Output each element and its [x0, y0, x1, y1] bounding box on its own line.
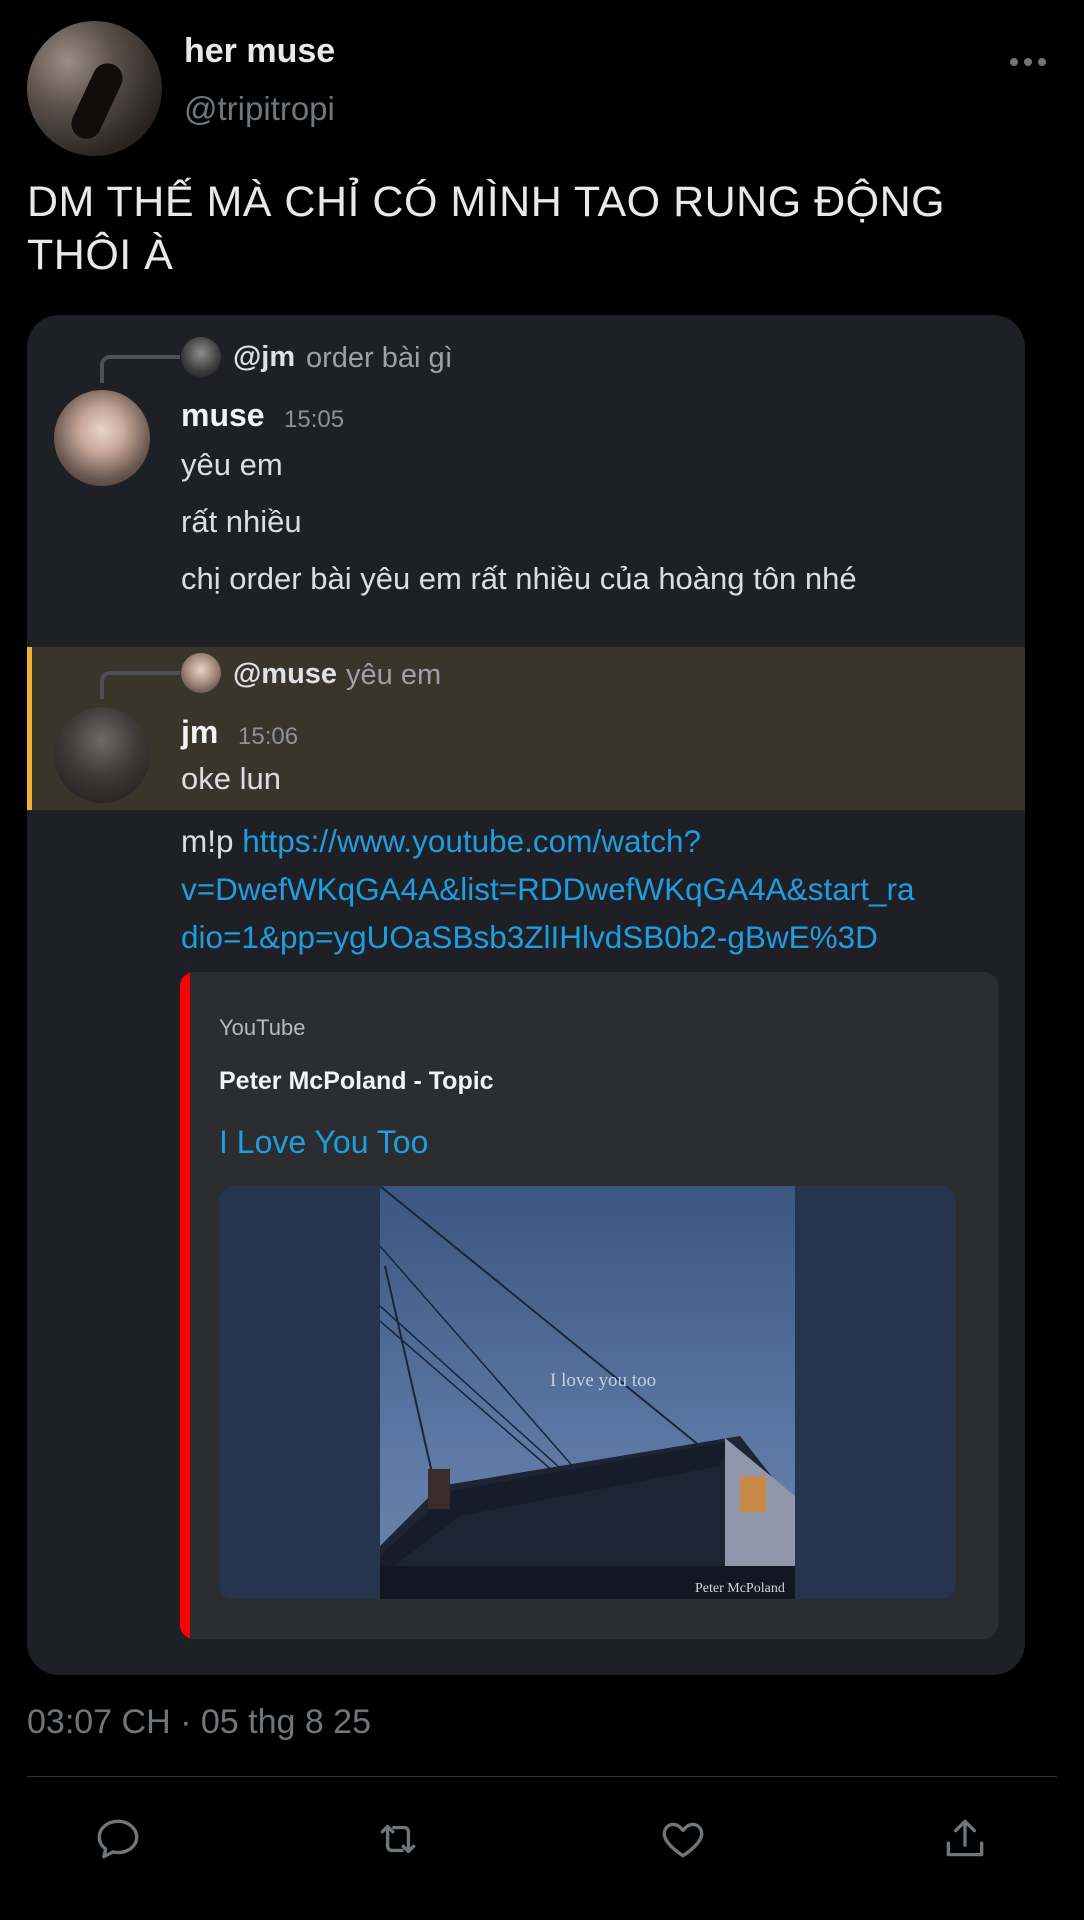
- message-line: yêu em: [181, 447, 283, 482]
- message-timestamp: 15:06: [238, 723, 299, 750]
- embed-author[interactable]: Peter McPoland - Topic: [219, 1067, 494, 1096]
- reply-username[interactable]: @muse: [233, 658, 337, 691]
- reply-button[interactable]: [93, 1814, 143, 1864]
- video-thumbnail[interactable]: I love you too Peter McPoland: [219, 1186, 956, 1599]
- youtube-link[interactable]: v=DwefWKqGA4A&list=RDDwefWKqGA4A&start_r…: [181, 866, 914, 913]
- command-prefix: m!p: [181, 823, 234, 859]
- reply-avatar-jm: [181, 337, 221, 377]
- like-button[interactable]: [658, 1814, 708, 1864]
- tweet-text-line-1: DM THẾ MÀ CHỈ CÓ MÌNH TAO RUNG ĐỘNG: [27, 178, 946, 226]
- tweet-text: DM THẾ MÀ CHỈ CÓ MÌNH TAO RUNG ĐỘNG THÔI…: [27, 176, 1027, 282]
- youtube-embed[interactable]: YouTube Peter McPoland - Topic I Love Yo…: [180, 972, 998, 1639]
- retweet-button[interactable]: [373, 1814, 423, 1864]
- youtube-link[interactable]: dio=1&pp=ygUOaSBsb3ZlIHlvdSB0b2-gBwE%3D: [181, 914, 878, 961]
- like-icon: [662, 1822, 704, 1858]
- message-timestamp: 15:05: [284, 406, 345, 433]
- embed-title[interactable]: I Love You Too: [219, 1124, 428, 1161]
- jm-avatar[interactable]: [54, 707, 150, 803]
- message-author[interactable]: muse: [181, 397, 265, 434]
- attached-discord-screenshot[interactable]: @jm order bài gì muse 15:05 yêu em rất n…: [27, 315, 1025, 1675]
- divider: [27, 1776, 1057, 1777]
- reply-username[interactable]: @jm: [233, 341, 295, 374]
- album-cover-image: [380, 1186, 795, 1599]
- message-line: chị order bài yêu em rất nhiều của hoàng…: [181, 561, 857, 596]
- tweet-text-line-2: THÔI À: [27, 231, 174, 279]
- muse-avatar[interactable]: [54, 390, 150, 486]
- link-line[interactable]: m!p https://www.youtube.com/watch?: [181, 818, 701, 865]
- tweet-timestamp[interactable]: 03:07 CH · 05 thg 8 25: [27, 1703, 371, 1742]
- embed-accent-bar: [180, 972, 190, 1639]
- share-button[interactable]: [940, 1814, 990, 1864]
- cover-artist: Peter McPoland: [695, 1581, 785, 1596]
- share-icon: [946, 1819, 984, 1857]
- cover-text: I love you too: [550, 1370, 657, 1391]
- reply-icon: [97, 1819, 139, 1859]
- retweet-icon: [380, 1824, 416, 1854]
- author-avatar[interactable]: [27, 21, 162, 156]
- reply-connector: [100, 671, 180, 699]
- more-options-icon[interactable]: [1010, 58, 1046, 68]
- reply-preview-text[interactable]: yêu em: [346, 659, 441, 692]
- embed-provider[interactable]: YouTube: [219, 1015, 305, 1041]
- reply-connector: [100, 355, 180, 383]
- reply-avatar-muse: [181, 653, 221, 693]
- author-display-name[interactable]: her muse: [184, 32, 335, 71]
- message-line: rất nhiều: [181, 504, 302, 539]
- reply-preview-text[interactable]: order bài gì: [306, 342, 453, 375]
- message-author[interactable]: jm: [181, 714, 218, 751]
- message-line: oke lun: [181, 761, 281, 796]
- youtube-link[interactable]: https://www.youtube.com/watch?: [242, 823, 701, 859]
- author-handle[interactable]: @tripitropi: [184, 90, 335, 128]
